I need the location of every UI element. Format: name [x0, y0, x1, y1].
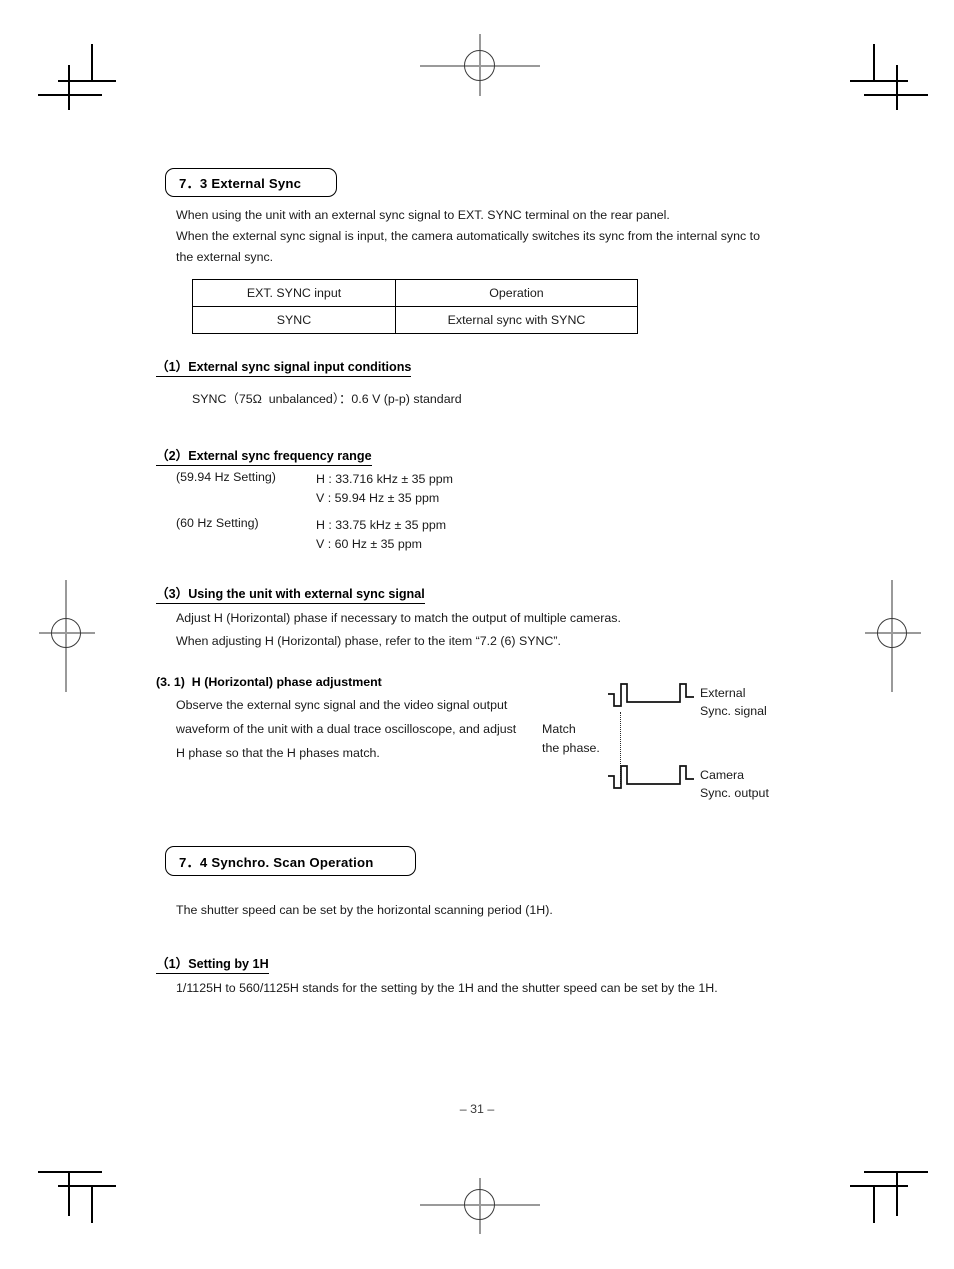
- table-cell-input-sync: SYNC: [192, 306, 396, 334]
- subsection-3-1-body: Observe the external sync signal and the…: [176, 698, 517, 760]
- sync-spec-line: SYNC（75Ω unbalanced）：0.6 V (p-p) standar…: [192, 392, 462, 406]
- registration-mark-bottom: [420, 1178, 540, 1254]
- document-page: 7．3 External Sync When using the unit wi…: [0, 0, 954, 1269]
- table-row-header: EXT. SYNC input Operation: [192, 279, 638, 307]
- camera-sync-waveform: [608, 765, 694, 789]
- external-sync-waveform: [608, 683, 694, 707]
- crop-mark-top-left: [38, 30, 118, 110]
- table-cell-operation-sync: External sync with SYNC: [395, 306, 638, 334]
- table-cell-header-operation: Operation: [395, 279, 638, 307]
- crop-mark-bottom-left: [38, 1155, 118, 1235]
- section-header-7-3: 7．3 External Sync: [165, 168, 337, 197]
- page-number: – 31 –: [459, 1102, 495, 1116]
- frequency-group-values: H : 33.75 kHz ± 35 ppm V : 60 Hz ± 35 pp…: [316, 518, 447, 551]
- frequency-group-60: (60 Hz Setting) H : 33.75 kHz ± 35 ppm V…: [176, 516, 606, 562]
- frequency-group-values: H : 33.716 kHz ± 35 ppm V : 59.94 Hz ± 3…: [316, 472, 453, 505]
- registration-mark-top: [420, 28, 540, 104]
- crop-mark-bottom-right: [848, 1155, 928, 1235]
- section-7-4-intro: The shutter speed can be set by the hori…: [176, 903, 553, 917]
- diagram-label-external-sync-signal: External Sync. signal: [700, 686, 767, 718]
- subsection-3-line2: When adjusting H (Horizontal) phase, ref…: [176, 634, 561, 648]
- crop-mark-top-right: [848, 30, 928, 110]
- phase-match-diagram: Match the phase. External Sync. signal C…: [540, 678, 820, 808]
- frequency-group-5994: (59.94 Hz Setting) H : 33.716 kHz ± 35 p…: [176, 470, 606, 516]
- section-header-7-4: 7．4 Synchro. Scan Operation: [165, 846, 416, 876]
- section-7-3-intro: When using the unit with an external syn…: [176, 208, 760, 264]
- registration-mark-right: [850, 580, 936, 696]
- subsection-heading-3-using-external-sync: （3）Using the unit with external sync sig…: [156, 583, 425, 604]
- subsection-heading-2-frequency-range: （2）External sync frequency range: [156, 445, 372, 466]
- diagram-label-camera-sync-output: Camera Sync. output: [700, 768, 769, 800]
- registration-mark-left: [36, 580, 122, 696]
- diagram-match-note: Match the phase.: [542, 722, 600, 755]
- subsection-heading-3-1-h-phase-adjustment: (3. 1) H (Horizontal) phase adjustment: [156, 675, 382, 689]
- table-cell-header-input: EXT. SYNC input: [192, 279, 396, 307]
- frequency-group-label: (60 Hz Setting): [176, 516, 259, 530]
- subsection-3-line1: Adjust H (Horizontal) phase if necessary…: [176, 611, 621, 625]
- subsection-heading-1-input-conditions: （1）External sync signal input conditions: [156, 356, 412, 377]
- frequency-group-label: (59.94 Hz Setting): [176, 470, 276, 484]
- subsection-setting-by-1h-body: 1/1125H to 560/1125H stands for the sett…: [176, 981, 718, 995]
- ext-sync-table: EXT. SYNC input Operation SYNC External …: [192, 279, 638, 334]
- table-row: SYNC External sync with SYNC: [192, 306, 638, 334]
- subsection-heading-setting-by-1h: （1）Setting by 1H: [156, 953, 269, 974]
